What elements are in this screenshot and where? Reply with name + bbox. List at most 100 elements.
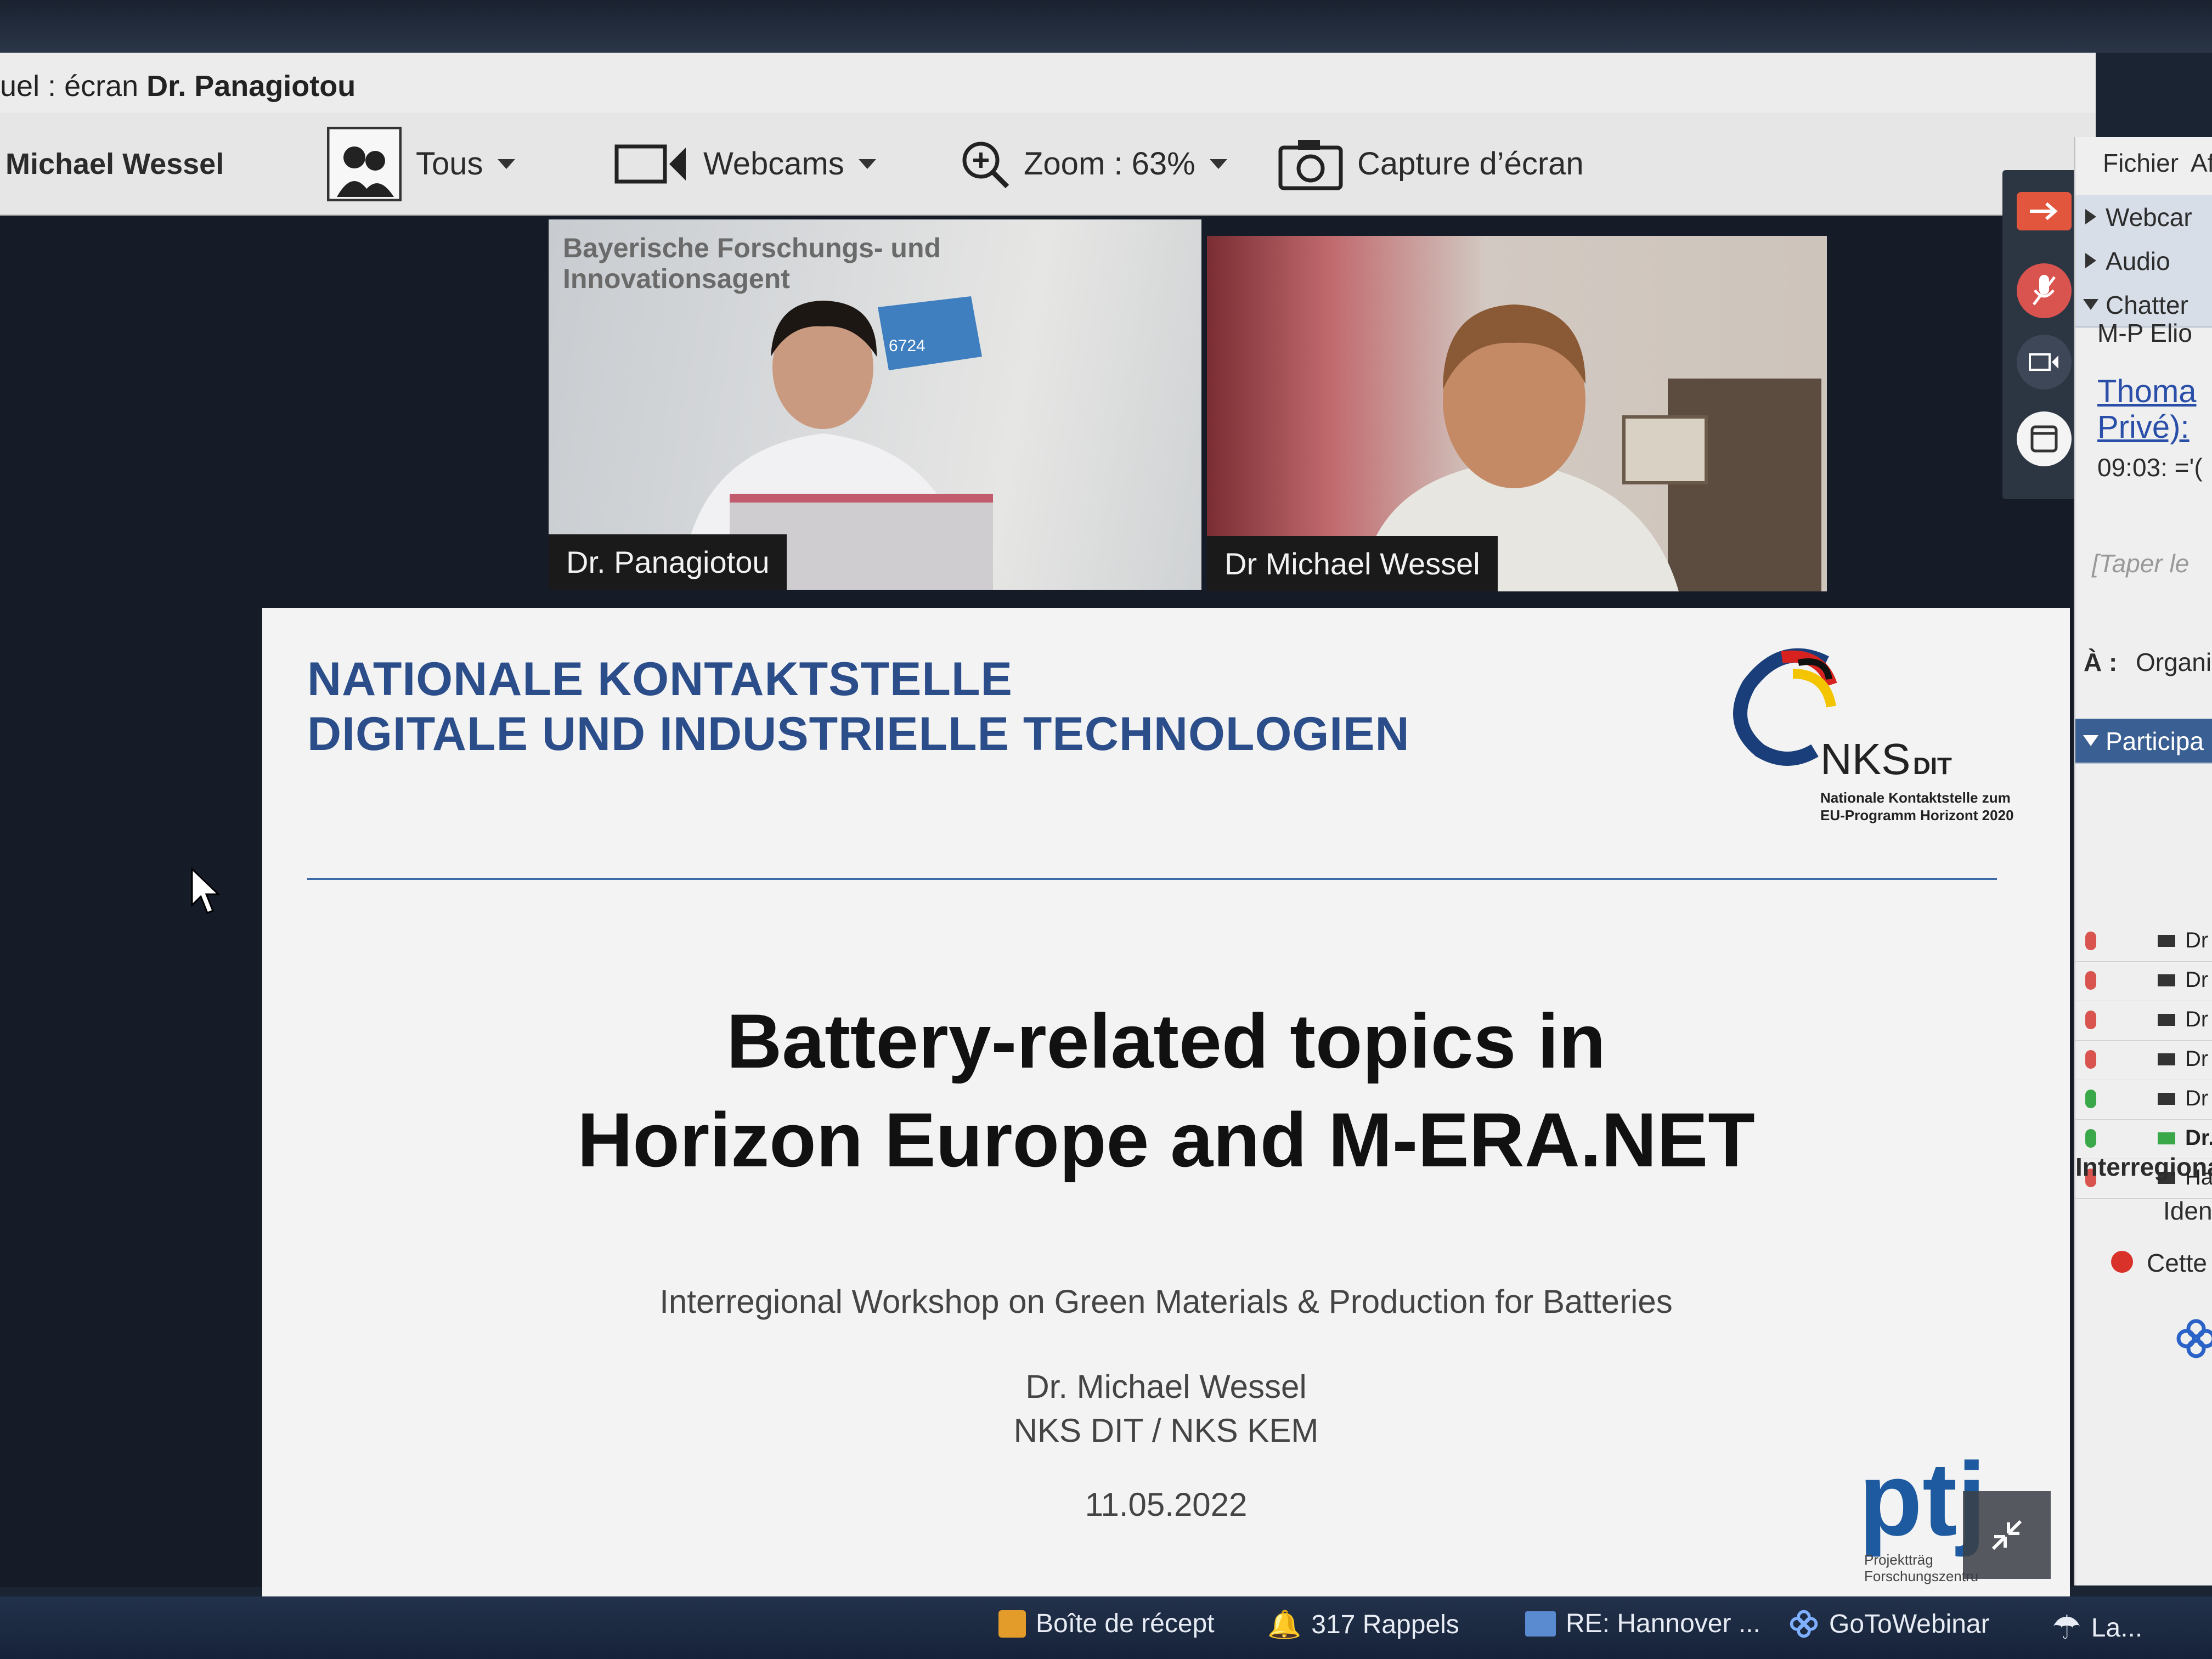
camera-icon <box>614 144 686 183</box>
audience-label: Tous <box>416 146 483 182</box>
participant-name: Dr <box>2185 928 2209 952</box>
slide-speaker: Dr. Michael Wessel <box>1025 1368 1307 1405</box>
microphone-muted-icon[interactable] <box>2085 971 2096 990</box>
nks-logo-sub1: Nationale Kontaktstelle zum <box>1820 789 2011 806</box>
slide-workshop: Interregional Workshop on Green Material… <box>659 1283 1673 1320</box>
slide-title-line1: Battery-related topics in <box>726 998 1606 1084</box>
mouse-cursor-icon <box>191 867 221 914</box>
bell-icon: 🔔 <box>1267 1609 1302 1640</box>
chat-link-private[interactable]: Privé): <box>2097 409 2190 445</box>
webcams-dropdown[interactable]: Webcams <box>614 113 876 215</box>
mic-mute-button[interactable] <box>2017 263 2072 318</box>
chevron-down-icon <box>858 159 876 169</box>
taskbar-gotowebinar[interactable]: GoToWebinar <box>1788 1609 1990 1639</box>
video-tile-wessel[interactable]: Dr Michael Wessel <box>1207 236 1827 591</box>
taskbar-reminders[interactable]: 🔔 317 Rappels <box>1267 1609 1459 1641</box>
participant-row[interactable]: Dr . <box>2075 1001 2212 1041</box>
slide-header-line1: NATIONALE KONTAKTSTELLE <box>307 653 1013 706</box>
webcam-button[interactable] <box>2017 335 2072 390</box>
collapse-icon <box>1991 1520 2022 1550</box>
zoom-dropdown[interactable]: Zoom : 63% <box>960 113 1227 215</box>
microphone-icon[interactable] <box>2085 1090 2096 1108</box>
webinar-title: Interregiona <box>2075 1153 2212 1181</box>
slide-speaker-block: Dr. Michael Wessel NKS DIT / NKS KEM <box>262 1365 2070 1453</box>
zoom-label: Zoom : 63% <box>1024 146 1195 182</box>
people-icon <box>327 126 402 201</box>
microphone-muted-icon[interactable] <box>2085 932 2096 950</box>
participant-name: Dr I <box>2185 1047 2212 1071</box>
section-webcam[interactable]: Webcar <box>2075 195 2212 240</box>
nks-logo-subtitle: Nationale Kontaktstelle zum EU-Programm … <box>1820 789 2014 824</box>
webcams-label: Webcams <box>703 146 844 182</box>
participant-name: Dr. <box>2185 1126 2212 1150</box>
participant-name: Dr . <box>2185 1007 2212 1031</box>
participant-name: Dr <box>2185 968 2209 992</box>
taskbar-item-label: GoToWebinar <box>1829 1609 1990 1639</box>
microphone-icon[interactable] <box>2085 1129 2096 1148</box>
screenshot-button[interactable]: Capture d’écran <box>1278 113 1584 215</box>
section-audio-label: Audio <box>2106 247 2170 275</box>
screen-button[interactable] <box>2017 411 2072 466</box>
webcam-status-icon <box>2158 974 2175 986</box>
participant-row[interactable]: Dr I <box>2075 1040 2212 1080</box>
section-participants-label: Participa <box>2106 727 2204 755</box>
webcam-status-icon <box>2158 1132 2175 1144</box>
presentation-slide: NATIONALE KONTAKTSTELLE DIGITALE UND IND… <box>262 608 2070 1645</box>
chevron-down-icon <box>1209 159 1227 169</box>
microphone-muted-icon[interactable] <box>2085 1050 2096 1069</box>
microphone-muted-icon[interactable] <box>2085 1011 2096 1029</box>
slide-header-line2: DIGITALE UND INDUSTRIELLE TECHNOLOGIEN <box>307 708 1410 760</box>
webinar-id: Identi <box>2163 1197 2212 1225</box>
webcam-status-icon <box>2158 1093 2175 1105</box>
chevron-down-icon <box>2083 299 2098 310</box>
video-camera-icon <box>2029 353 2058 371</box>
taskbar-weather[interactable]: ☂ La... <box>2052 1609 2142 1647</box>
chat-to-select[interactable]: Organi <box>2136 647 2211 677</box>
chevron-right-icon <box>2085 253 2096 268</box>
window-titlebar: uel : écran Dr. Panagiotou <box>0 53 2096 113</box>
poster-badge: 6724 <box>889 337 926 355</box>
menu-af[interactable]: Af <box>2191 148 2212 178</box>
arrow-button[interactable] <box>2017 192 2072 230</box>
umbrella-icon: ☂ <box>2052 1609 2081 1646</box>
taskbar-item-label: Boîte de récept <box>1036 1609 1215 1638</box>
slide-date: 11.05.2022 <box>1085 1486 1248 1523</box>
chevron-down-icon <box>497 159 515 169</box>
participant-row[interactable]: Dr <box>2075 922 2212 962</box>
ptj-sub1: Projektträg <box>1864 1551 1933 1568</box>
windows-taskbar: Boîte de récept 🔔 317 Rappels RE: Hannov… <box>0 1596 2212 1659</box>
section-participants[interactable]: Participa <box>2075 719 2212 764</box>
participant-row[interactable]: Dr M <box>2075 1080 2212 1120</box>
audience-dropdown[interactable]: Tous <box>327 113 515 215</box>
menu-file[interactable]: Fichier <box>2103 148 2179 178</box>
video-name-label: Dr. Panagiotou <box>549 534 787 590</box>
section-audio[interactable]: Audio <box>2075 239 2212 284</box>
participant-row[interactable]: Dr <box>2075 961 2212 1001</box>
webcam-status-icon <box>2158 935 2175 947</box>
gotowebinar-icon <box>1790 1610 1818 1638</box>
taskbar-item-label: La... <box>2091 1613 2143 1643</box>
mail-icon <box>998 1610 1026 1638</box>
nks-logo-main: NKS <box>1820 735 1911 783</box>
video-tile-panagiotou[interactable]: Bayerische Forschungs- und Innovationsag… <box>549 219 1201 590</box>
chat-link-sender[interactable]: Thoma <box>2097 373 2197 410</box>
title-presenter-name: Dr. Panagiotou <box>146 70 356 103</box>
recording-dot-icon <box>2111 1251 2133 1273</box>
chat-timestamp: 09:03: ='( <box>2097 453 2203 482</box>
monitor-bezel <box>0 0 2212 53</box>
video-name-label: Dr Michael Wessel <box>1207 536 1498 591</box>
chevron-down-icon <box>2083 735 2098 746</box>
presenter-name: Michael Wessel <box>5 147 224 180</box>
slide-divider <box>307 878 1997 880</box>
slide-affiliation: NKS DIT / NKS KEM <box>1013 1412 1319 1449</box>
section-chat-label: Chatter <box>2106 291 2188 319</box>
taskbar-email-hannover[interactable]: RE: Hannover ... <box>1525 1609 1760 1639</box>
camera-snapshot-icon <box>1278 139 1343 190</box>
chat-input[interactable]: [Taper le <box>2092 549 2189 578</box>
slide-title-line2: Horizon Europe and M-ERA.NET <box>577 1097 1755 1183</box>
section-webcam-label: Webcar <box>2106 203 2192 232</box>
taskbar-outlook-inbox[interactable]: Boîte de récept <box>998 1609 1215 1639</box>
gotowebinar-flower-icon[interactable] <box>2174 1317 2212 1361</box>
webcam-status-icon <box>2158 1053 2175 1065</box>
exit-fullscreen-button[interactable] <box>1963 1491 2051 1579</box>
